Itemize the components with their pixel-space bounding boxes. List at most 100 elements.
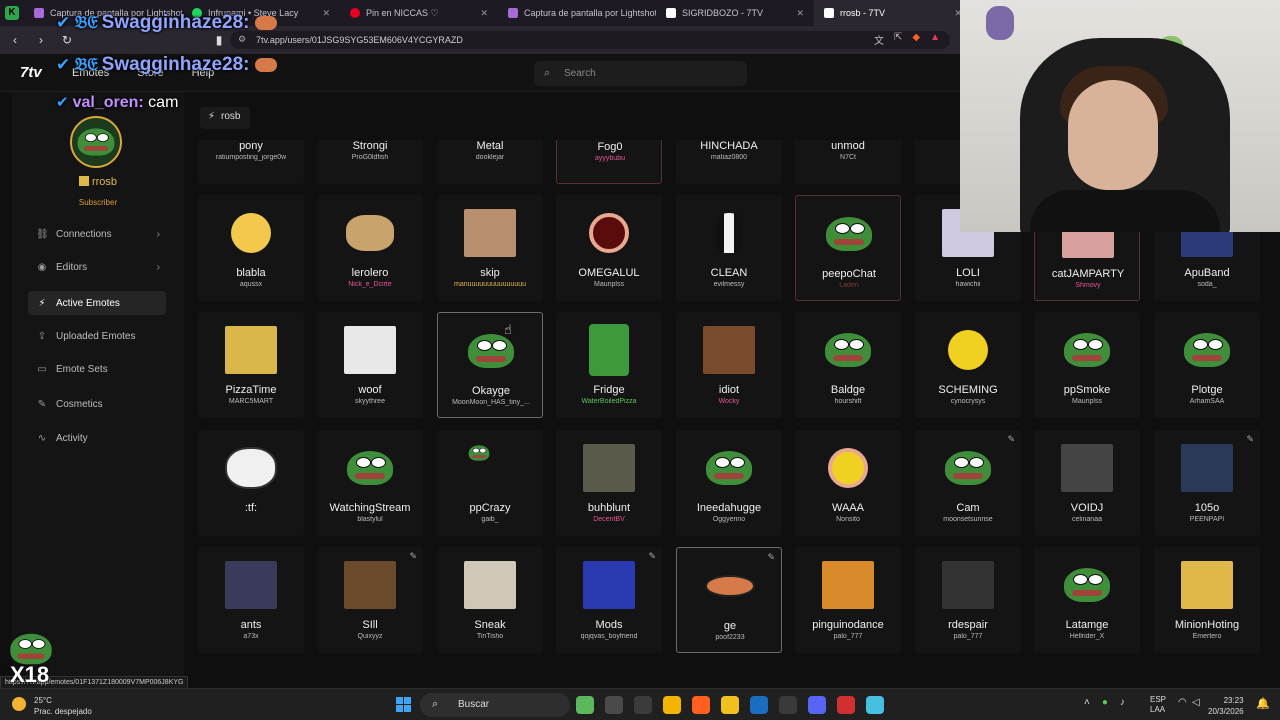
search-input[interactable]: ⌕ Search xyxy=(534,61,747,86)
tab-favicon-icon xyxy=(824,8,834,18)
taskbar-app-icon[interactable] xyxy=(779,696,797,714)
emote-card[interactable]: 105o PEENPAPI ✎ xyxy=(1154,430,1260,536)
emote-card[interactable]: ppCrazy gaib_ xyxy=(437,430,543,536)
pencil-icon: ✎ xyxy=(409,551,417,561)
emote-card[interactable]: Strongi ProG0ldfish xyxy=(317,140,423,184)
emote-owner: dooklejar xyxy=(475,154,505,161)
site-logo[interactable]: 7tv xyxy=(20,64,42,81)
emote-card[interactable]: SIll Quixyyz ✎ xyxy=(317,547,423,653)
emote-set-tag[interactable]: ⚡ rosb xyxy=(200,107,251,129)
share-icon[interactable]: ⇱ xyxy=(894,32,902,47)
emote-card[interactable]: MinionHoting Emertero xyxy=(1154,547,1260,653)
bookmark-icon[interactable]: ▮ xyxy=(212,33,226,47)
emote-name: SCHEMING xyxy=(938,384,998,396)
microphone-icon[interactable]: ♪ xyxy=(1120,697,1125,708)
emote-name: ppSmoke xyxy=(1063,384,1111,396)
taskbar-app-icon[interactable] xyxy=(808,696,826,714)
emote-name: WAAA xyxy=(832,502,864,514)
taskbar-app-icon[interactable] xyxy=(721,696,739,714)
close-tab-icon[interactable]: ✕ xyxy=(480,8,488,19)
emote-card[interactable]: Latamge Hellrider_X xyxy=(1034,547,1140,653)
emote-card[interactable]: ppSmoke Mauriplss xyxy=(1034,312,1140,418)
emote-card[interactable]: Sneak TinTisho xyxy=(437,547,543,653)
emote-card[interactable]: CLEAN evilmessy xyxy=(676,195,782,301)
emote-card[interactable]: Okayge MoonMoon_HAS_tiny_... xyxy=(437,312,543,418)
emote-card[interactable]: Cam moonsetsunrise ✎ xyxy=(915,430,1021,536)
emote-card[interactable]: blabla aqussx xyxy=(198,195,304,301)
browser-menu-icon[interactable]: K xyxy=(0,0,24,26)
browser-tab[interactable]: Pin en NICCAS ♡ ✕ xyxy=(340,0,498,26)
taskbar-app-icon[interactable] xyxy=(605,696,623,714)
browser-tab-active[interactable]: rrosb - 7TV ✕ xyxy=(814,0,972,26)
emote-card[interactable]: rdespair palo_777 xyxy=(915,547,1021,653)
emote-card[interactable]: Fridge WaterBoiledPizza xyxy=(556,312,662,418)
taskbar-search[interactable]: ⌕ Buscar xyxy=(420,693,570,717)
emote-card[interactable]: WAAA Nonsito xyxy=(795,430,901,536)
forward-icon[interactable]: › xyxy=(34,33,48,47)
taskbar-app-icon[interactable] xyxy=(750,696,768,714)
close-tab-icon[interactable]: ✕ xyxy=(322,8,330,19)
weather-icon[interactable] xyxy=(12,697,26,711)
sidebar-item-connections[interactable]: ⛓ Connections › xyxy=(28,222,166,246)
browser-tab[interactable]: Captura de pantalla por Lightshot✕ xyxy=(498,0,656,26)
emote-card[interactable]: lerolero Nick_e_Dcirte xyxy=(317,195,423,301)
emote-card[interactable]: peepoChat Laden xyxy=(795,195,901,301)
emote-card[interactable]: Baldge hourshift xyxy=(795,312,901,418)
emote-card[interactable]: VOIDJ celinanaa xyxy=(1034,430,1140,536)
emote-card[interactable]: ants a73x xyxy=(198,547,304,653)
sidebar-item-cosmetics[interactable]: ✎ Cosmetics xyxy=(28,392,166,416)
taskbar-app-icon[interactable] xyxy=(866,696,884,714)
taskbar-app-icon[interactable] xyxy=(837,696,855,714)
sidebar-item-active-emotes[interactable]: ⚡ Active Emotes xyxy=(28,291,166,315)
notification-icon[interactable]: 🔔 xyxy=(1256,697,1270,710)
sidebar-item-uploaded-emotes[interactable]: ⇪ Uploaded Emotes xyxy=(28,324,166,348)
emote-card[interactable]: Metal dooklejar xyxy=(437,140,543,184)
wifi-icon[interactable]: ◠ xyxy=(1178,697,1187,708)
emote-card[interactable]: PizzaTime MARC5MART xyxy=(198,312,304,418)
clock[interactable]: 23:23 20/3/2026 xyxy=(1208,695,1244,717)
close-tab-icon[interactable]: ✕ xyxy=(796,8,804,19)
emote-card[interactable]: Fog0 ayyybubu xyxy=(556,140,662,184)
emote-card[interactable]: unmod N7Ct xyxy=(795,140,901,184)
sidebar-item-emote-sets[interactable]: ▭ Emote Sets xyxy=(28,357,166,381)
emote-card[interactable]: Mods qojqvas_boyfriend ✎ xyxy=(556,547,662,653)
sidebar-item-activity[interactable]: ∿ Activity xyxy=(28,426,166,450)
sidebar-item-editors[interactable]: ◉ Editors › xyxy=(28,255,166,279)
address-bar[interactable]: ⚙ 7tv.app/users/01JSG9SYG53EM606V4YCGYRAZ… xyxy=(230,31,950,49)
volume-icon[interactable]: ◁ xyxy=(1192,697,1200,708)
emote-card[interactable]: SCHEMING cynocrysys xyxy=(915,312,1021,418)
emote-card[interactable]: Ineedahugge Oggyerino xyxy=(676,430,782,536)
emote-card[interactable]: skip manuuuuuuuuuuuuuuu xyxy=(437,195,543,301)
emote-card[interactable]: woof skyythree xyxy=(317,312,423,418)
taskbar-app-icon[interactable] xyxy=(663,696,681,714)
taskbar-app-icon[interactable] xyxy=(692,696,710,714)
tray-app-icon[interactable]: ● xyxy=(1102,697,1108,708)
translate-icon[interactable]: 文 xyxy=(874,32,884,47)
weather-widget[interactable]: 25°C Prac. despejado xyxy=(34,695,92,717)
emote-card[interactable]: Plotge ArhamSAA xyxy=(1154,312,1260,418)
emote-card[interactable]: buhblunt DecentBV xyxy=(556,430,662,536)
site-info-icon[interactable]: ⚙ xyxy=(238,34,246,45)
emote-card[interactable]: :tf: xyxy=(198,430,304,536)
back-icon[interactable]: ‹ xyxy=(8,33,22,47)
emote-card[interactable]: HINCHADA matiaz0800 xyxy=(676,140,782,184)
emote-card[interactable]: pinguinodance palo_777 xyxy=(795,547,901,653)
tray-chevron-icon[interactable]: ˄ xyxy=(1084,697,1090,708)
reload-icon[interactable]: ↻ xyxy=(60,33,74,47)
emote-card[interactable]: ge poof2233 ✎ xyxy=(676,547,782,653)
language-indicator[interactable]: ESP LAA xyxy=(1150,695,1166,715)
emote-card[interactable]: pony ratiumposting_jorge0w xyxy=(198,140,304,184)
emote-image xyxy=(823,208,875,260)
emote-image xyxy=(583,442,635,494)
start-button[interactable] xyxy=(396,697,411,712)
emote-card[interactable]: idiot Wocky xyxy=(676,312,782,418)
browser-tab[interactable]: SIGRIDBOZO - 7TV ✕ xyxy=(656,0,814,26)
folder-icon: ▭ xyxy=(37,363,47,375)
taskbar-app-icon[interactable] xyxy=(634,696,652,714)
taskbar-app-icon[interactable] xyxy=(576,696,594,714)
brave-rewards-icon[interactable]: ▲ xyxy=(930,32,940,47)
brave-shield-icon[interactable]: ◆ xyxy=(912,32,920,47)
emote-card[interactable]: OMEGALUL Mauriplss xyxy=(556,195,662,301)
emote-card[interactable]: WatchingStream blastylul xyxy=(317,430,423,536)
avatar[interactable] xyxy=(70,116,122,168)
